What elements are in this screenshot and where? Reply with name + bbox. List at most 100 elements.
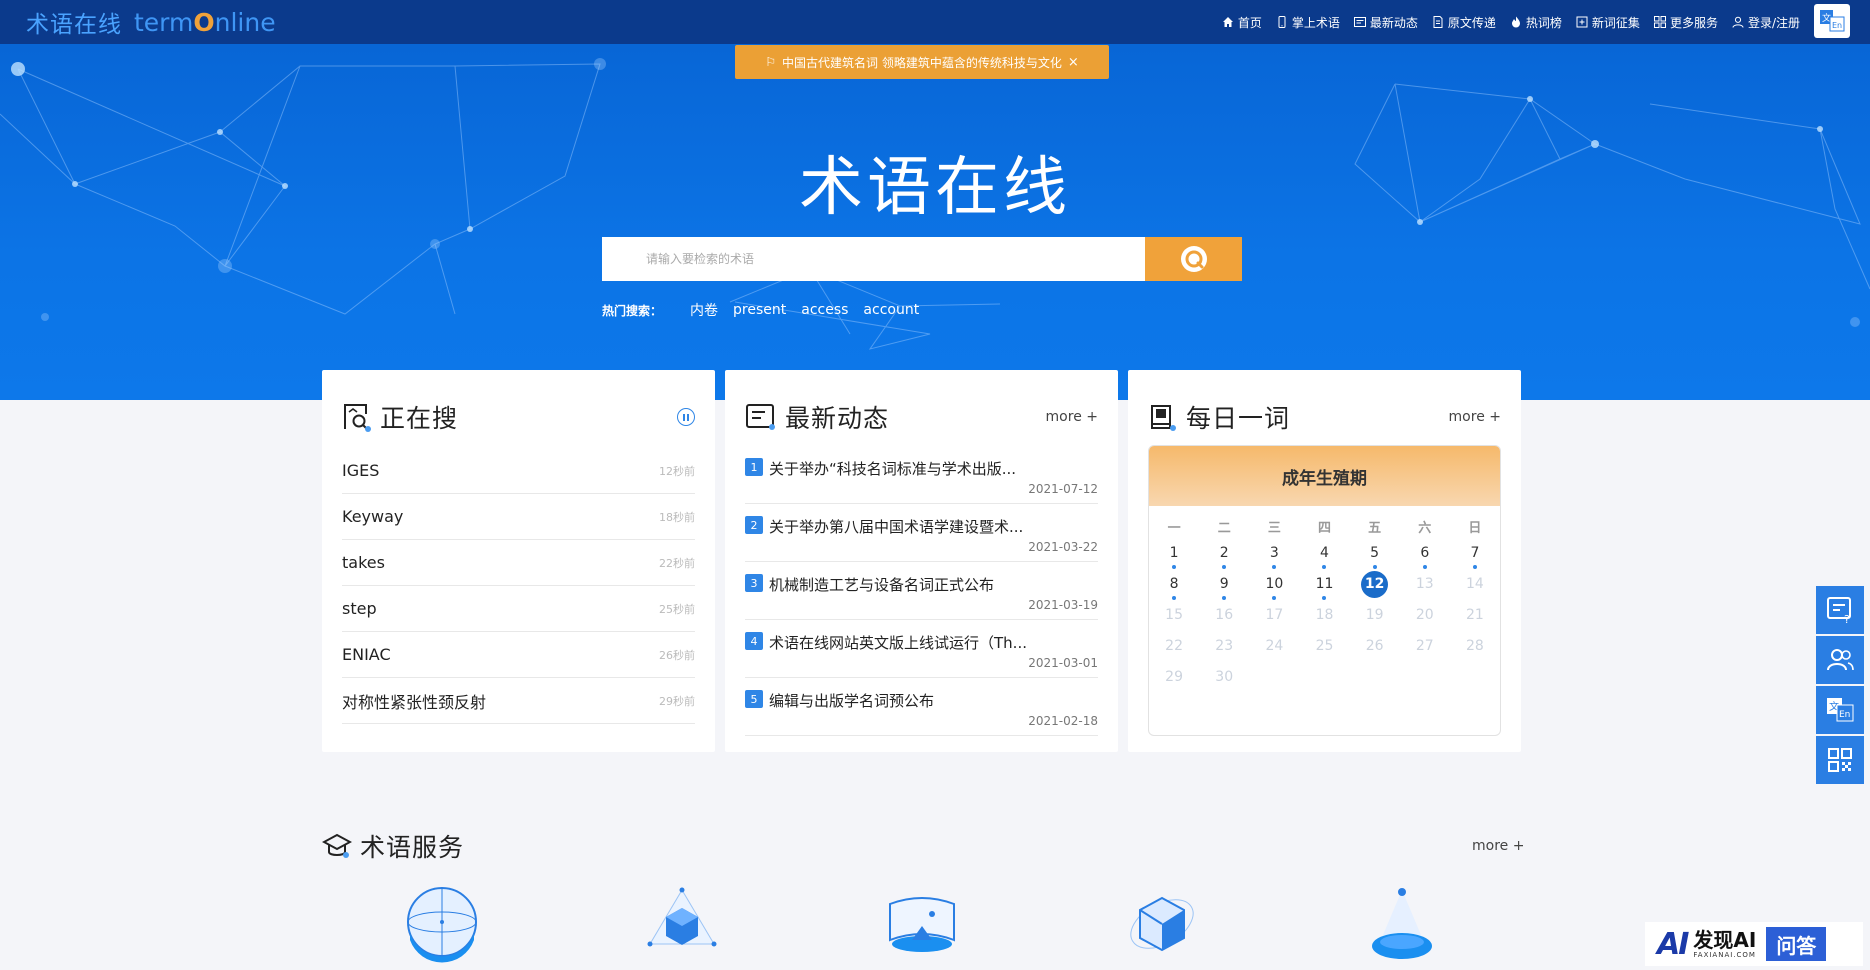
hot-term[interactable]: 内卷 bbox=[690, 300, 718, 320]
users-icon bbox=[1827, 649, 1854, 671]
news-index: 2 bbox=[745, 516, 763, 534]
box-service-icon[interactable] bbox=[1122, 884, 1202, 964]
calendar-day-marker bbox=[1172, 565, 1177, 569]
calendar-day[interactable]: 1 bbox=[1149, 539, 1199, 570]
calendar-day[interactable]: 21 bbox=[1450, 601, 1500, 632]
calendar-day[interactable]: 4 bbox=[1299, 539, 1349, 570]
daily-more-link[interactable]: more + bbox=[1449, 409, 1501, 425]
calendar-day[interactable]: 30 bbox=[1199, 663, 1249, 694]
calendar-day-number: 25 bbox=[1315, 638, 1334, 654]
ai-qa-badge[interactable]: AI 发现AI FAXIANAI.COM 问答 bbox=[1645, 922, 1863, 966]
news-item[interactable]: 4 术语在线网站英文版上线试运行（Th... 2021-03-01 bbox=[745, 620, 1098, 678]
announcement-banner[interactable]: ⚐ 中国古代建筑名词 领略建筑中蕴含的传统科技与文化 × bbox=[735, 45, 1109, 79]
news-item[interactable]: 3 机械制造工艺与设备名词正式公布 2021-03-19 bbox=[745, 562, 1098, 620]
calendar-day[interactable]: 6 bbox=[1400, 539, 1450, 570]
feedback-button[interactable]: ? bbox=[1816, 586, 1864, 634]
translate-icon: 文 En bbox=[1820, 10, 1845, 32]
calendar-day[interactable]: 13 bbox=[1400, 570, 1450, 601]
list-item[interactable]: takes 22秒前 bbox=[342, 540, 695, 586]
news-more-link[interactable]: more + bbox=[1046, 409, 1098, 425]
searching-list: IGES 12秒前 Keyway 18秒前 takes 22秒前 step 25秒前 E… bbox=[342, 448, 695, 724]
cube-service-icon[interactable] bbox=[642, 884, 722, 964]
daily-word[interactable]: 成年生殖期 bbox=[1149, 446, 1500, 506]
list-item[interactable]: Keyway 18秒前 bbox=[342, 494, 695, 540]
globe-service-icon[interactable] bbox=[402, 884, 482, 964]
calendar-day[interactable]: 25 bbox=[1299, 632, 1349, 663]
calendar-day[interactable]: 17 bbox=[1249, 601, 1299, 632]
language-switch-button[interactable]: 文 En bbox=[1814, 4, 1850, 38]
news-item[interactable]: 5 编辑与出版学名词预公布 2021-02-18 bbox=[745, 678, 1098, 736]
calendar-day[interactable]: 14 bbox=[1450, 570, 1500, 601]
calendar-day[interactable]: 16 bbox=[1199, 601, 1249, 632]
calendar-weekday: 三 bbox=[1267, 521, 1281, 536]
calendar-day-marker bbox=[1222, 596, 1227, 600]
calendar-day[interactable]: 8 bbox=[1149, 570, 1199, 601]
nav-home[interactable]: 首页 bbox=[1222, 14, 1262, 31]
hot-term[interactable]: account bbox=[863, 302, 919, 318]
services-more-link[interactable]: more + bbox=[1472, 838, 1524, 854]
calendar-day[interactable]: 9 bbox=[1199, 570, 1249, 601]
search-time: 22秒前 bbox=[659, 556, 695, 570]
community-button[interactable] bbox=[1816, 636, 1864, 684]
search-term: Keyway bbox=[342, 507, 404, 526]
calendar-day[interactable]: 29 bbox=[1149, 663, 1199, 694]
calendar-day[interactable]: 15 bbox=[1149, 601, 1199, 632]
calendar-day-number: 5 bbox=[1370, 545, 1380, 561]
search-time: 29秒前 bbox=[659, 694, 695, 708]
hot-term[interactable]: present bbox=[733, 302, 786, 318]
calendar-day[interactable]: 7 bbox=[1450, 539, 1500, 570]
hot-term[interactable]: access bbox=[801, 302, 848, 318]
close-icon[interactable]: × bbox=[1068, 55, 1079, 70]
translate-icon: 文 En bbox=[1827, 698, 1854, 722]
nav-login[interactable]: 登录/注册 bbox=[1732, 14, 1800, 31]
translate-button[interactable]: 文 En bbox=[1816, 686, 1864, 734]
calendar-day[interactable]: 27 bbox=[1400, 632, 1450, 663]
calendar-day[interactable]: 20 bbox=[1400, 601, 1450, 632]
calendar-day-number: 15 bbox=[1165, 607, 1183, 623]
site-logo[interactable]: 术语在线 termOnline bbox=[26, 7, 276, 39]
ai-brand-name: 发现AI bbox=[1693, 928, 1757, 952]
calendar-day[interactable]: 11 bbox=[1299, 570, 1349, 601]
list-item[interactable]: IGES 12秒前 bbox=[342, 448, 695, 494]
list-item[interactable]: 对称性紧张性颈反射 29秒前 bbox=[342, 678, 695, 724]
calendar-day[interactable]: 2 bbox=[1199, 539, 1249, 570]
nav-hotwords[interactable]: 热词榜 bbox=[1510, 14, 1562, 31]
svg-text:En: En bbox=[1839, 710, 1850, 720]
list-item[interactable]: ENIAC 26秒前 bbox=[342, 632, 695, 678]
calendar-day[interactable]: 10 bbox=[1249, 570, 1299, 601]
news-item[interactable]: 1 关于举办“科技名词标准与学术出版... 2021-07-12 bbox=[745, 446, 1098, 504]
ai-brand: 发现AI FAXIANAI.COM bbox=[1693, 929, 1756, 959]
calendar-day[interactable]: 19 bbox=[1350, 601, 1400, 632]
qrcode-button[interactable] bbox=[1816, 736, 1864, 784]
news-date: 2021-03-22 bbox=[1028, 540, 1098, 554]
calendar-day[interactable]: 24 bbox=[1249, 632, 1299, 663]
pause-button[interactable] bbox=[677, 408, 695, 426]
calendar-day-number: 16 bbox=[1215, 607, 1234, 623]
news-title: 术语在线网站英文版上线试运行（Th... bbox=[769, 634, 1027, 652]
nav-more-services[interactable]: 更多服务 bbox=[1653, 14, 1718, 31]
calendar-day[interactable]: 3 bbox=[1249, 539, 1299, 570]
list-item[interactable]: step 25秒前 bbox=[342, 586, 695, 632]
calendar-day[interactable]: 28 bbox=[1450, 632, 1500, 663]
calendar-day-number: 22 bbox=[1165, 638, 1183, 654]
calendar-day[interactable]: 18 bbox=[1299, 601, 1349, 632]
search-button[interactable] bbox=[1145, 237, 1242, 281]
calendar-day[interactable]: 5 bbox=[1350, 539, 1400, 570]
calendar-day[interactable]: 23 bbox=[1199, 632, 1249, 663]
calendar-day[interactable]: 22 bbox=[1149, 632, 1199, 663]
nav-document[interactable]: 原文传递 bbox=[1432, 14, 1496, 31]
top-nav: 术语在线 termOnline 首页 掌上术语 最新动态 原文传递 热词榜 新词… bbox=[0, 0, 1870, 44]
nav-collect[interactable]: 新词征集 bbox=[1576, 14, 1640, 31]
search-input[interactable] bbox=[602, 237, 1145, 281]
user-icon bbox=[1732, 16, 1744, 28]
card-header: 正在搜 bbox=[342, 400, 695, 434]
nav-news[interactable]: 最新动态 bbox=[1353, 14, 1418, 31]
nav-mobile[interactable]: 掌上术语 bbox=[1276, 14, 1340, 31]
panorama-service-icon[interactable] bbox=[882, 884, 962, 964]
calendar-day[interactable]: 26 bbox=[1350, 632, 1400, 663]
search-term: step bbox=[342, 599, 377, 618]
beacon-service-icon[interactable] bbox=[1362, 884, 1442, 964]
calendar-day-today[interactable]: 12 bbox=[1350, 570, 1400, 601]
book-icon bbox=[1151, 405, 1176, 431]
news-item[interactable]: 2 关于举办第八届中国术语学建设暨术... 2021-03-22 bbox=[745, 504, 1098, 562]
